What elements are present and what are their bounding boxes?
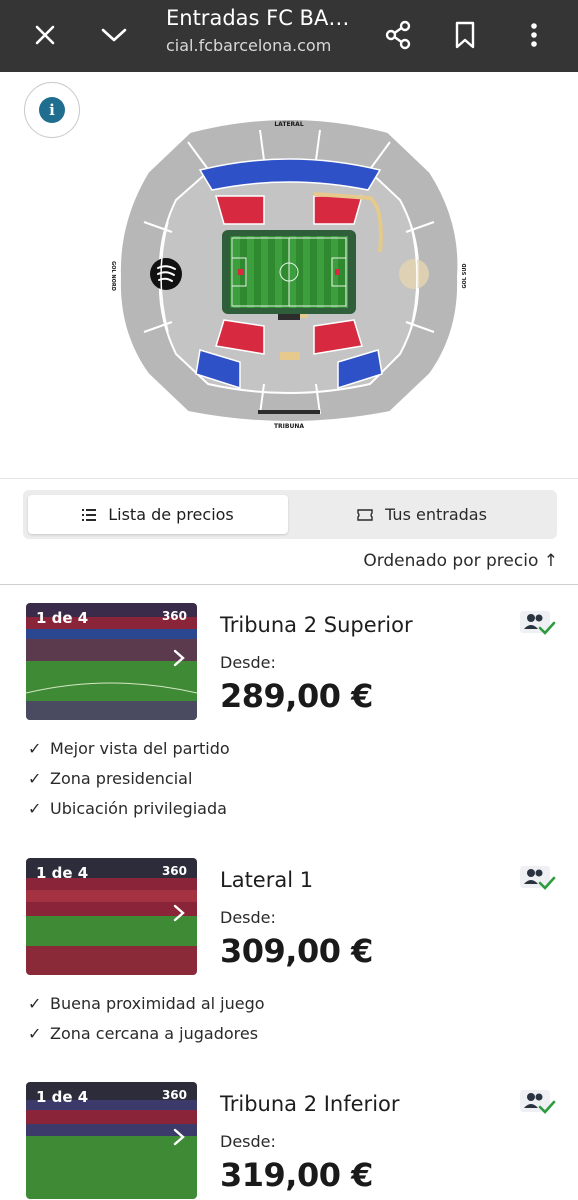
ticket-name: Lateral 1 xyxy=(220,868,314,892)
view-360-icon[interactable]: 360 xyxy=(162,1088,187,1102)
check-icon: ✓ xyxy=(28,738,42,758)
page-title: Entradas FC BA… xyxy=(166,6,350,30)
photo-counter: 1 de 4 xyxy=(36,609,89,627)
tab-price-list-label: Lista de precios xyxy=(108,505,234,524)
feature-item: ✓ Zona presidencial xyxy=(28,763,230,793)
label-gol-sud: GOL SUD xyxy=(462,263,468,288)
group-seats-icon xyxy=(520,1090,556,1114)
photo-counter: 1 de 4 xyxy=(36,864,89,882)
label-lateral: LATERAL xyxy=(274,121,303,128)
check-icon: ✓ xyxy=(28,798,42,818)
feature-text: Ubicación privilegiada xyxy=(50,798,227,818)
tab-your-tickets-label: Tus entradas xyxy=(385,505,487,524)
feature-text: Zona presidencial xyxy=(50,768,193,788)
view-360-label: 360 xyxy=(161,609,187,623)
feature-text: Buena proximidad al juego xyxy=(50,993,265,1013)
chevron-right-icon[interactable] xyxy=(173,649,185,667)
price-prefix: Desde: xyxy=(220,908,276,927)
check-icon: ✓ xyxy=(28,1023,42,1043)
feature-item: ✓ Ubicación privilegiada xyxy=(28,793,230,823)
share-icon[interactable] xyxy=(373,10,423,60)
group-seats-icon xyxy=(520,866,556,890)
seat-view-thumbnail[interactable]: 1 de 4 360 xyxy=(26,1082,197,1199)
sector-red-top-left xyxy=(215,195,265,225)
ticket-price: 319,00 € xyxy=(220,1156,373,1194)
seat-view-thumbnail[interactable]: 1 de 4 360 xyxy=(26,858,197,975)
feature-item: ✓ Buena proximidad al juego xyxy=(28,988,265,1018)
info-button[interactable]: i xyxy=(24,82,80,138)
feature-item: ✓ Zona cercana a jugadores xyxy=(28,1018,265,1048)
feature-text: Zona cercana a jugadores xyxy=(50,1023,259,1043)
ticket-price: 289,00 € xyxy=(220,677,373,715)
chevron-right-icon[interactable] xyxy=(173,1128,185,1146)
ticket-icon xyxy=(357,508,373,521)
sort-label: Ordenado por precio ↑ xyxy=(363,551,558,571)
label-tribuna: TRIBUNA xyxy=(274,423,304,430)
view-360-label: 360 xyxy=(161,864,187,878)
photo-counter: 1 de 4 xyxy=(36,1088,89,1106)
price-prefix: Desde: xyxy=(220,1132,276,1151)
ticket-name: Tribuna 2 Inferior xyxy=(220,1092,400,1116)
stadium-map[interactable]: LATERAL TRIBUNA GOL NORD GOL SUD xyxy=(100,112,478,434)
sector-red-top-right xyxy=(313,195,363,225)
view-360-label: 360 xyxy=(161,1088,187,1102)
feature-text: Mejor vista del partido xyxy=(50,738,230,758)
page-url[interactable]: cial.fcbarcelona.com xyxy=(166,36,366,55)
ticket-name: Tribuna 2 Superior xyxy=(220,613,413,637)
price-prefix: Desde: xyxy=(220,653,276,672)
seat-view-thumbnail[interactable]: 1 de 4 360 xyxy=(26,603,197,720)
tab-price-list[interactable]: Lista de precios xyxy=(28,495,288,534)
view-360-icon[interactable]: 360 xyxy=(162,864,187,878)
chevron-right-icon[interactable] xyxy=(173,904,185,922)
check-icon: ✓ xyxy=(28,993,42,1013)
feature-list: ✓ Mejor vista del partido ✓ Zona presidenc… xyxy=(28,733,230,823)
bookmark-icon[interactable] xyxy=(440,10,490,60)
view-tabs: Lista de precios Tus entradas xyxy=(23,490,557,539)
feature-list: ✓ Buena proximidad al juego ✓ Zona cercana… xyxy=(28,988,265,1048)
list-icon xyxy=(82,508,97,521)
more-menu-icon[interactable] xyxy=(509,10,559,60)
sort-control[interactable]: Ordenado por precio ↑ xyxy=(363,551,558,571)
tab-your-tickets[interactable]: Tus entradas xyxy=(292,495,552,534)
close-icon[interactable] xyxy=(20,10,70,60)
section-divider xyxy=(0,478,578,479)
spotify-logo xyxy=(150,258,182,290)
info-icon: i xyxy=(39,97,65,123)
list-divider xyxy=(0,584,578,585)
group-seats-icon xyxy=(520,611,556,635)
ticket-price: 309,00 € xyxy=(220,932,373,970)
browser-toolbar: Entradas FC BA… cial.fcbarcelona.com xyxy=(0,0,578,72)
view-360-icon[interactable]: 360 xyxy=(162,609,187,623)
chevron-down-icon[interactable] xyxy=(89,10,139,60)
label-gol-nord: GOL NORD xyxy=(110,261,116,291)
check-icon: ✓ xyxy=(28,768,42,788)
crest-watermark xyxy=(399,259,429,289)
feature-item: ✓ Mejor vista del partido xyxy=(28,733,230,763)
